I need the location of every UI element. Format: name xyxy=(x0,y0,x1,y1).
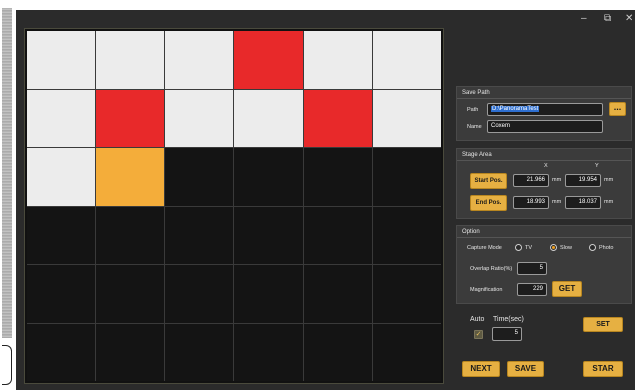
y-column-label: Y xyxy=(595,163,599,169)
close-icon[interactable]: ✕ xyxy=(625,14,633,24)
grid-cell-r4-c6-black[interactable] xyxy=(372,206,441,264)
mode-tv-radio[interactable] xyxy=(515,244,522,251)
grid-cell-r4-c3-black[interactable] xyxy=(165,206,234,264)
name-label: Name xyxy=(467,124,482,130)
name-input[interactable]: Coxem xyxy=(487,120,603,133)
capture-grid-frame xyxy=(24,28,444,384)
option-panel: Option Capture Mode TV Slow Photo Overla… xyxy=(456,225,632,304)
grid-cell-r5-c5-black[interactable] xyxy=(303,265,372,323)
grid-cell-r5-c6-black[interactable] xyxy=(372,265,441,323)
end-pos-button[interactable]: End Pos. xyxy=(470,195,507,211)
grid-cell-r1-c1-white[interactable] xyxy=(27,31,96,89)
left-background-strip xyxy=(0,0,14,390)
minimize-icon[interactable]: – xyxy=(581,14,587,24)
time-input[interactable]: 5 xyxy=(492,327,522,341)
save-button[interactable]: SAVE xyxy=(507,361,544,377)
start-x-input[interactable]: 21.966 xyxy=(513,174,549,187)
start-y-unit: mm xyxy=(604,177,614,183)
grid-cell-r6-c6-black[interactable] xyxy=(372,323,441,381)
end-y-input[interactable]: 18.037 xyxy=(565,196,601,209)
grid-cell-r2-c4-white[interactable] xyxy=(234,89,303,147)
stage-area-panel: Stage Area X Y Start Pos. 21.966 mm 19.9… xyxy=(456,148,632,219)
path-value: D:\PanoramaTest xyxy=(491,106,540,112)
grid-cell-r3-c4-black[interactable] xyxy=(234,148,303,206)
option-title: Option xyxy=(457,226,631,238)
grid-cell-r2-c2-red[interactable] xyxy=(96,89,165,147)
background-texture xyxy=(2,8,12,338)
mode-slow-label: Slow xyxy=(560,245,572,251)
magnification-label: Magnification xyxy=(470,287,503,293)
grid-cell-r3-c1-white[interactable] xyxy=(27,148,96,206)
start-y-input[interactable]: 19.954 xyxy=(565,174,601,187)
grid-cell-r1-c2-white[interactable] xyxy=(96,31,165,89)
grid-cell-r4-c4-black[interactable] xyxy=(234,206,303,264)
save-path-panel: Save Path Path D:\PanoramaTest ... Name … xyxy=(456,86,632,141)
grid-cell-r2-c1-white[interactable] xyxy=(27,89,96,147)
grid-cell-r6-c1-black[interactable] xyxy=(27,323,96,381)
get-button[interactable]: GET xyxy=(552,281,582,297)
next-button[interactable]: NEXT xyxy=(462,361,500,377)
background-window-edge xyxy=(2,345,12,385)
restore-icon[interactable]: ⧉ xyxy=(604,14,611,24)
grid-cell-r1-c5-white[interactable] xyxy=(303,31,372,89)
mode-tv-label: TV xyxy=(525,245,533,251)
panorama-app-window: – ⧉ ✕ Save Path Path D:\PanoramaTest ...… xyxy=(16,10,635,390)
grid-cell-r3-c5-black[interactable] xyxy=(303,148,372,206)
stage-area-title: Stage Area xyxy=(457,149,631,161)
grid-cell-r3-c6-black[interactable] xyxy=(372,148,441,206)
grid-cell-r4-c1-black[interactable] xyxy=(27,206,96,264)
grid-cell-r6-c5-black[interactable] xyxy=(303,323,372,381)
end-x-unit: mm xyxy=(552,199,562,205)
auto-label: Auto xyxy=(470,316,485,323)
grid-cell-r5-c2-black[interactable] xyxy=(96,265,165,323)
overlap-ratio-label: Overlap Ratio(%) xyxy=(470,266,513,272)
start-x-unit: mm xyxy=(552,177,562,183)
start-pos-button[interactable]: Start Pos. xyxy=(470,173,507,189)
grid-cell-r4-c5-black[interactable] xyxy=(303,206,372,264)
mode-slow-radio[interactable] xyxy=(550,244,557,251)
grid-cell-r6-c4-black[interactable] xyxy=(234,323,303,381)
end-y-unit: mm xyxy=(604,199,614,205)
browse-button[interactable]: ... xyxy=(609,102,626,116)
grid-cell-r3-c3-black[interactable] xyxy=(165,148,234,206)
mode-photo-radio[interactable] xyxy=(589,244,596,251)
mode-photo-label: Photo xyxy=(599,245,614,251)
grid-cell-r5-c4-black[interactable] xyxy=(234,265,303,323)
grid-cell-r2-c5-red[interactable] xyxy=(303,89,372,147)
overlap-ratio-input[interactable]: 5 xyxy=(517,262,547,275)
grid-cell-r3-c2-orange[interactable] xyxy=(96,148,165,206)
grid-cell-r2-c6-white[interactable] xyxy=(372,89,441,147)
grid-cell-r1-c4-red[interactable] xyxy=(234,31,303,89)
grid-cell-r4-c2-black[interactable] xyxy=(96,206,165,264)
save-path-title: Save Path xyxy=(457,87,631,99)
path-label: Path xyxy=(467,107,479,113)
grid-cell-r1-c3-white[interactable] xyxy=(165,31,234,89)
grid-cell-r2-c3-white[interactable] xyxy=(165,89,234,147)
time-label: Time(sec) xyxy=(493,316,524,323)
grid-cell-r6-c2-black[interactable] xyxy=(96,323,165,381)
set-button[interactable]: SET xyxy=(583,317,623,332)
grid-cell-r5-c3-black[interactable] xyxy=(165,265,234,323)
start-button[interactable]: STAR xyxy=(583,361,623,377)
grid-cell-r1-c6-white[interactable] xyxy=(372,31,441,89)
capture-grid xyxy=(27,31,441,381)
auto-checkbox[interactable]: ✓ xyxy=(474,330,483,339)
magnification-input[interactable]: 229 xyxy=(517,283,547,296)
grid-cell-r6-c3-black[interactable] xyxy=(165,323,234,381)
grid-cell-r5-c1-black[interactable] xyxy=(27,265,96,323)
x-column-label: X xyxy=(544,163,548,169)
path-input[interactable]: D:\PanoramaTest xyxy=(487,103,603,116)
end-x-input[interactable]: 18.993 xyxy=(513,196,549,209)
capture-mode-label: Capture Mode xyxy=(467,245,502,251)
